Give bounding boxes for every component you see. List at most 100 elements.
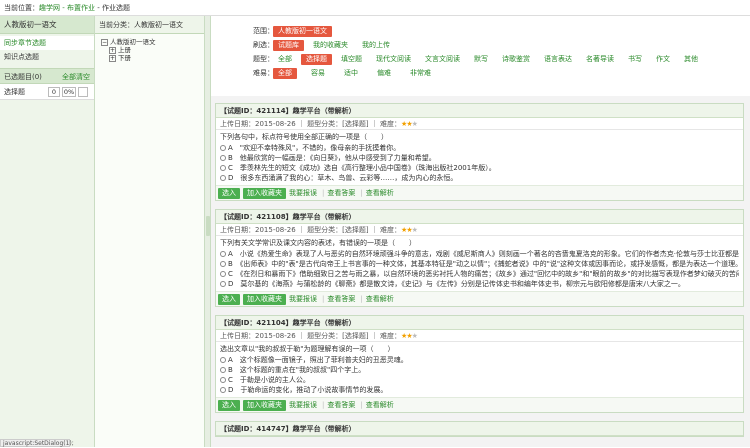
filter-difficulty-item[interactable]: 容易 (306, 68, 330, 79)
tree-node-label[interactable]: 下册 (118, 54, 131, 62)
filter-type-item[interactable]: 作文 (651, 54, 675, 65)
filter-type-item[interactable]: 名著导读 (581, 54, 619, 65)
tree-node-label[interactable]: 上册 (118, 46, 131, 54)
add-favorite-button[interactable]: 加入收藏夹 (243, 294, 286, 305)
selected-row-count[interactable]: 0 (48, 87, 60, 97)
question-option[interactable]: D 很多东西涌满了我的心：草木、鸟兽、云彩等……，成为内心的永恒。 (220, 173, 739, 183)
question-option[interactable]: B 这个标题的重点在"我的叔叔"四个字上。 (220, 365, 739, 375)
breadcrumb-link[interactable]: 趣学网 - 布置作业 (39, 4, 95, 12)
question-title: 【试题ID：421108】趣学平台（带解析） (216, 210, 743, 224)
report-error-link[interactable]: 我要报误 (289, 400, 317, 410)
question-option[interactable]: D 于勒命运的变化，推动了小说故事情节的发展。 (220, 385, 739, 395)
radio-icon[interactable] (220, 251, 226, 257)
radio-icon[interactable] (220, 175, 226, 181)
question-meta-text: 上传日期：2015-08-26 ｜ 题型分类：[选择题] ｜ 难度： (220, 226, 401, 234)
filter-type-item[interactable]: 其他 (679, 54, 703, 65)
separator: | (360, 295, 362, 303)
filter-type-item[interactable]: 选择题 (301, 54, 332, 65)
collapse-icon[interactable]: − (101, 39, 108, 46)
radio-icon[interactable] (220, 281, 226, 287)
question-body: 下列各句中，标点符号使用全部正确的一项是（ ） A "欢迎不幸特殊风"，不错的，… (216, 130, 743, 185)
filter-difficulty-item[interactable]: 适中 (339, 68, 363, 79)
nav-item-knowledge[interactable]: 知识点选题 (0, 50, 94, 64)
question-option[interactable]: C 季羡林先生的短文《成功》选自《高行整理小品中国卷》（珠海出版社2001年版）… (220, 163, 739, 173)
star-icon: ★★ (401, 226, 412, 234)
question-option[interactable]: A 这个标题像一面镜子，照出了菲利普夫妇的丑恶灵魂。 (220, 355, 739, 365)
tree-node-upper[interactable]: +上册 (109, 46, 204, 54)
view-answer-link[interactable]: 查看答案 (327, 294, 355, 304)
filter-type-item[interactable]: 文言文阅读 (420, 54, 465, 65)
selected-row-type: 选择题 (4, 88, 25, 96)
filter-type-item[interactable]: 填空题 (336, 54, 367, 65)
view-answer-link[interactable]: 查看答案 (327, 400, 355, 410)
filter-difficulty-item[interactable]: 偏难 (372, 68, 396, 79)
view-analysis-link[interactable]: 查看解析 (366, 294, 394, 304)
filter-brush-item[interactable]: 我的上传 (357, 40, 395, 51)
filter-type-item[interactable]: 现代文阅读 (371, 54, 416, 65)
separator: | (360, 189, 362, 197)
report-error-link[interactable]: 我要报误 (289, 294, 317, 304)
report-error-link[interactable]: 我要报误 (289, 188, 317, 198)
question-option[interactable]: A 小说《热爱生命》表现了人与恶劣的自然环境顽强斗争的意志，戏剧《威尼斯商人》则… (220, 249, 739, 259)
tree-root[interactable]: −人教版初一语文 (101, 38, 204, 46)
radio-icon[interactable] (220, 155, 226, 161)
radio-icon[interactable] (220, 377, 226, 383)
question-title: 【试题ID：421114】趣学平台（带解析） (216, 104, 743, 118)
question-option[interactable]: B 《出师表》中的"表"是古代向帝王上书言事的一种文体，其基本特征是"动之以情"… (220, 259, 739, 269)
question-option[interactable]: D 莫尔基的《海燕》与蒲松龄的《聊斋》都是散文诗，《史记》与《左传》分别是记传体… (220, 279, 739, 289)
option-text: A "欢迎不幸特殊风"，不错的，像母亲的手抚摸着你。 (228, 144, 400, 152)
select-question-button[interactable]: 选入 (218, 188, 240, 199)
question-option[interactable]: C 《在烈日和暴雨下》借助细致日之苦与雨之暴，以自然环境的恶劣衬托人物的痛苦；《… (220, 269, 739, 279)
filter-type-item[interactable]: 诗歌鉴赏 (497, 54, 535, 65)
view-answer-link[interactable]: 查看答案 (327, 188, 355, 198)
add-favorite-button[interactable]: 加入收藏夹 (243, 188, 286, 199)
question-option[interactable]: B 他最欣赏的一幅画是：《向日葵》，他从中感受到了力量和希望。 (220, 153, 739, 163)
filter-difficulty-item[interactable]: 非常难 (405, 68, 436, 79)
option-text: C 于勒是小说的主人公。 (228, 376, 310, 384)
breadcrumb-suffix: - 作业选题 (95, 4, 130, 12)
splitter-grip[interactable] (206, 216, 210, 236)
tree-node-lower[interactable]: +下册 (109, 54, 204, 62)
filter-difficulty-row: 难易： 全部 容易 适中 偏难 非常难 (253, 66, 746, 80)
filter-type-item[interactable]: 语言表达 (539, 54, 577, 65)
filter-type-item[interactable]: 书写 (623, 54, 647, 65)
option-text: B 他最欣赏的一幅画是：《向日葵》，他从中感受到了力量和希望。 (228, 154, 436, 162)
option-text: D 很多东西涌满了我的心：草木、鸟兽、云彩等……，成为内心的永恒。 (228, 174, 457, 182)
clear-all-link[interactable]: 全部清空 (62, 69, 90, 85)
filter-scope-value[interactable]: 人教版初一语文 (273, 26, 332, 37)
filter-brush-row: 刷选： 试题库 我的收藏夹 我的上传 (253, 38, 746, 52)
selected-row-pct[interactable]: 0% (62, 87, 76, 97)
question-stem: 下列有关文学常识及课文内容的表述，有错误的一项是（ ） (220, 238, 739, 249)
question-option[interactable]: A "欢迎不幸特殊风"，不错的，像母亲的手抚摸着你。 (220, 143, 739, 153)
filter-scope-label: 范围： (253, 24, 273, 38)
option-text: A 小说《热爱生命》表现了人与恶劣的自然环境顽强斗争的意志，戏剧《威尼斯商人》则… (228, 250, 739, 258)
category-tree-panel: 当前分类：人教版初一语文 −人教版初一语文 +上册 +下册 (95, 16, 205, 447)
add-favorite-button[interactable]: 加入收藏夹 (243, 400, 286, 411)
question-option[interactable]: C 于勒是小说的主人公。 (220, 375, 739, 385)
select-question-button[interactable]: 选入 (218, 294, 240, 305)
radio-icon[interactable] (220, 165, 226, 171)
radio-icon[interactable] (220, 271, 226, 277)
radio-icon[interactable] (220, 387, 226, 393)
question-stem: 选出文章以"我的叔叔于勒"为题理解有误的一项（ ） (220, 344, 739, 355)
view-analysis-link[interactable]: 查看解析 (366, 188, 394, 198)
radio-icon[interactable] (220, 145, 226, 151)
filter-type-item[interactable]: 全部 (273, 54, 297, 65)
filter-difficulty-label: 难易： (253, 66, 273, 80)
nav-item-chapter[interactable]: 同步章节选题 (0, 36, 94, 50)
radio-icon[interactable] (220, 261, 226, 267)
radio-icon[interactable] (220, 357, 226, 363)
expand-icon[interactable]: + (109, 47, 116, 54)
filter-brush-item[interactable]: 我的收藏夹 (308, 40, 353, 51)
filter-difficulty-item[interactable]: 全部 (273, 68, 297, 79)
filter-brush-item[interactable]: 试题库 (273, 40, 304, 51)
radio-icon[interactable] (220, 367, 226, 373)
view-analysis-link[interactable]: 查看解析 (366, 400, 394, 410)
question-body: 下列有关文学常识及课文内容的表述，有错误的一项是（ ） A 小说《热爱生命》表现… (216, 236, 743, 291)
select-question-button[interactable]: 选入 (218, 400, 240, 411)
expand-icon[interactable]: + (109, 55, 116, 62)
tree-root-label[interactable]: 人教版初一语文 (110, 38, 156, 46)
question-title: 【试题ID：414747】趣学平台（带解析） (216, 422, 743, 436)
filter-type-item[interactable]: 默写 (469, 54, 493, 65)
selected-row-empty[interactable] (78, 87, 88, 97)
